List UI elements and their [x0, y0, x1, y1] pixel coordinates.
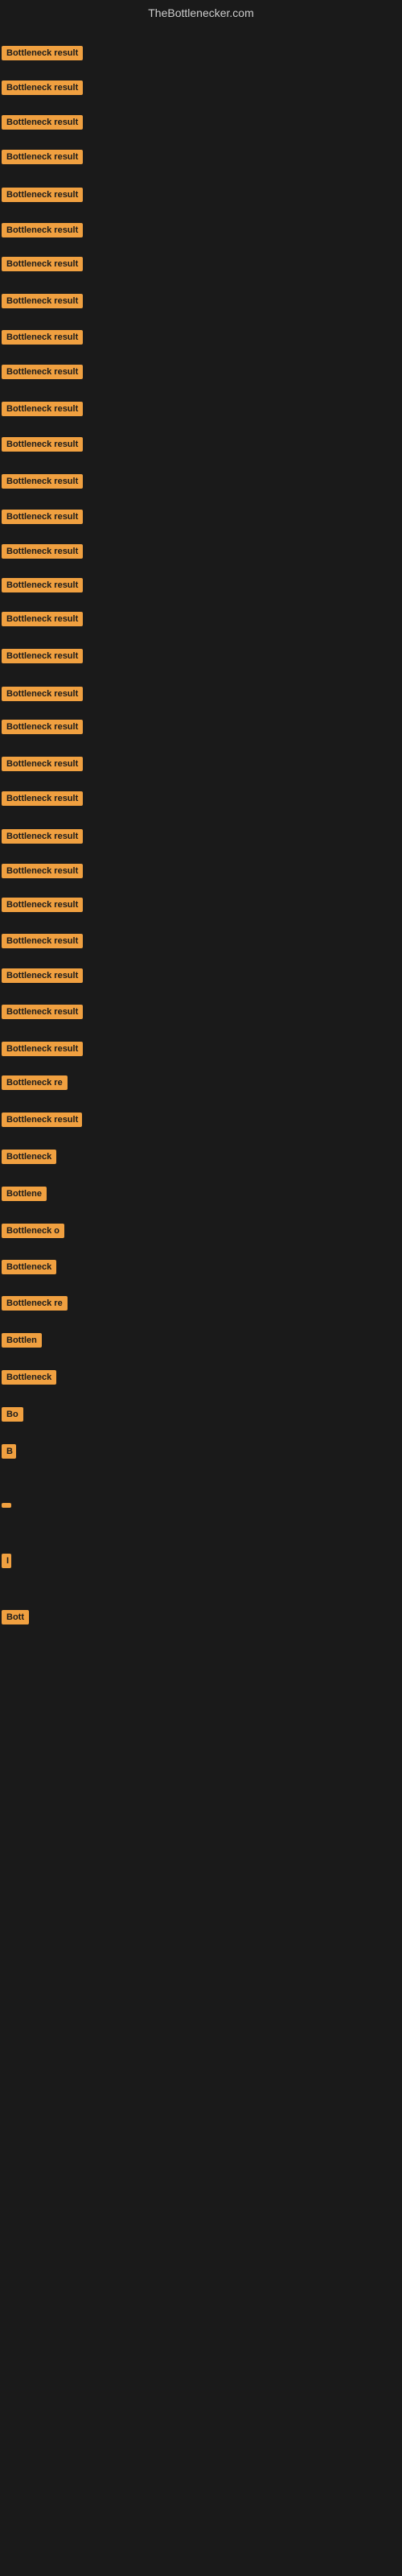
bottleneck-label: Bottleneck o [2, 1224, 64, 1238]
bottleneck-label: Bott [2, 1610, 29, 1624]
bottleneck-label: Bottleneck result [2, 150, 83, 164]
bottleneck-item: I [2, 1554, 11, 1572]
bottleneck-item: Bottleneck result [2, 188, 83, 206]
bottleneck-label: Bottleneck result [2, 757, 83, 771]
bottleneck-item: Bottleneck result [2, 1042, 83, 1060]
bottleneck-label: Bottleneck result [2, 649, 83, 663]
bottleneck-label: Bottleneck result [2, 437, 83, 452]
bottleneck-item: Bottleneck [2, 1370, 56, 1389]
bottleneck-item: Bottleneck result [2, 150, 83, 168]
bottleneck-label: Bo [2, 1407, 23, 1422]
bottleneck-label: Bottleneck result [2, 80, 83, 95]
bottleneck-label: Bottleneck result [2, 1042, 83, 1056]
bottleneck-label: Bottleneck result [2, 510, 83, 524]
bottleneck-label: Bottleneck result [2, 829, 83, 844]
bottleneck-item: Bottleneck result [2, 402, 83, 420]
bottleneck-item: Bottleneck re [2, 1296, 68, 1315]
bottleneck-item: Bottleneck re [2, 1075, 68, 1094]
bottleneck-label: Bottleneck result [2, 898, 83, 912]
bottleneck-label: Bottleneck result [2, 968, 83, 983]
bottleneck-item: Bottleneck result [2, 80, 83, 99]
bottleneck-item: Bottleneck result [2, 791, 83, 810]
bottleneck-label: Bottleneck result [2, 1113, 82, 1127]
bottleneck-label: Bottleneck result [2, 46, 83, 60]
bottleneck-item: Bottleneck result [2, 687, 83, 705]
bottleneck-label: Bottleneck [2, 1370, 56, 1385]
bottleneck-item: Bottleneck result [2, 864, 83, 882]
bottleneck-item: Bottleneck result [2, 968, 83, 987]
bottleneck-label: Bottleneck result [2, 115, 83, 130]
bottleneck-label: Bottleneck result [2, 864, 83, 878]
bottleneck-item: Bo [2, 1407, 23, 1426]
bottleneck-label: I [2, 1554, 11, 1568]
bottleneck-label: Bottleneck result [2, 474, 83, 489]
bottleneck-label: Bottleneck result [2, 544, 83, 559]
bottleneck-item: Bottleneck result [2, 829, 83, 848]
bottleneck-item: Bott [2, 1610, 29, 1629]
bottleneck-item: Bottleneck result [2, 257, 83, 275]
bottleneck-item: Bottleneck result [2, 720, 83, 738]
bottleneck-label: Bottleneck result [2, 1005, 83, 1019]
bottleneck-item: Bottleneck result [2, 578, 83, 597]
bottleneck-label: Bottleneck [2, 1150, 56, 1164]
bottleneck-label: Bottleneck [2, 1260, 56, 1274]
bottleneck-label: Bottleneck result [2, 330, 83, 345]
bottleneck-item: Bottleneck result [2, 757, 83, 775]
bottleneck-label: Bottleneck result [2, 934, 83, 948]
bottleneck-item: Bottleneck o [2, 1224, 64, 1242]
bottleneck-label: Bottlene [2, 1187, 47, 1201]
bottleneck-item: Bottleneck [2, 1150, 56, 1168]
bottleneck-item: Bottleneck result [2, 649, 83, 667]
bottleneck-item: Bottlen [2, 1333, 42, 1352]
bottleneck-item: Bottleneck result [2, 437, 83, 456]
bottleneck-item: Bottleneck result [2, 365, 83, 383]
bottleneck-label: Bottleneck result [2, 687, 83, 701]
bottleneck-item: Bottleneck result [2, 898, 83, 916]
bottleneck-item [2, 1497, 11, 1512]
bottleneck-label: Bottleneck result [2, 257, 83, 271]
bottleneck-label: Bottleneck result [2, 294, 83, 308]
site-header: TheBottlenecker.com [0, 0, 402, 23]
bottleneck-label: Bottleneck re [2, 1296, 68, 1311]
bottleneck-item: Bottleneck result [2, 474, 83, 493]
bottleneck-label: Bottleneck result [2, 612, 83, 626]
bottleneck-item: Bottleneck result [2, 294, 83, 312]
bottleneck-label: Bottleneck result [2, 188, 83, 202]
bottleneck-label: B [2, 1444, 16, 1459]
bottleneck-label [2, 1503, 11, 1508]
bottleneck-item: Bottleneck result [2, 544, 83, 563]
bottleneck-label: Bottleneck result [2, 402, 83, 416]
bottleneck-label: Bottleneck result [2, 720, 83, 734]
bottleneck-label: Bottleneck result [2, 578, 83, 592]
bottleneck-item: Bottleneck result [2, 510, 83, 528]
bottleneck-item: Bottlene [2, 1187, 47, 1205]
bottleneck-item: Bottleneck result [2, 223, 83, 242]
bottleneck-item: Bottleneck result [2, 1113, 82, 1131]
bottleneck-item: Bottleneck [2, 1260, 56, 1278]
bottleneck-item: Bottleneck result [2, 330, 83, 349]
bottleneck-item: B [2, 1444, 16, 1463]
bottleneck-item: Bottleneck result [2, 1005, 83, 1023]
bottleneck-label: Bottleneck result [2, 791, 83, 806]
bottleneck-item: Bottleneck result [2, 612, 83, 630]
bottleneck-label: Bottleneck result [2, 365, 83, 379]
bottleneck-item: Bottleneck result [2, 115, 83, 134]
bottleneck-item: Bottleneck result [2, 934, 83, 952]
bottleneck-item: Bottleneck result [2, 46, 83, 64]
bottleneck-label: Bottleneck re [2, 1075, 68, 1090]
bottleneck-label: Bottlen [2, 1333, 42, 1348]
bottleneck-label: Bottleneck result [2, 223, 83, 237]
